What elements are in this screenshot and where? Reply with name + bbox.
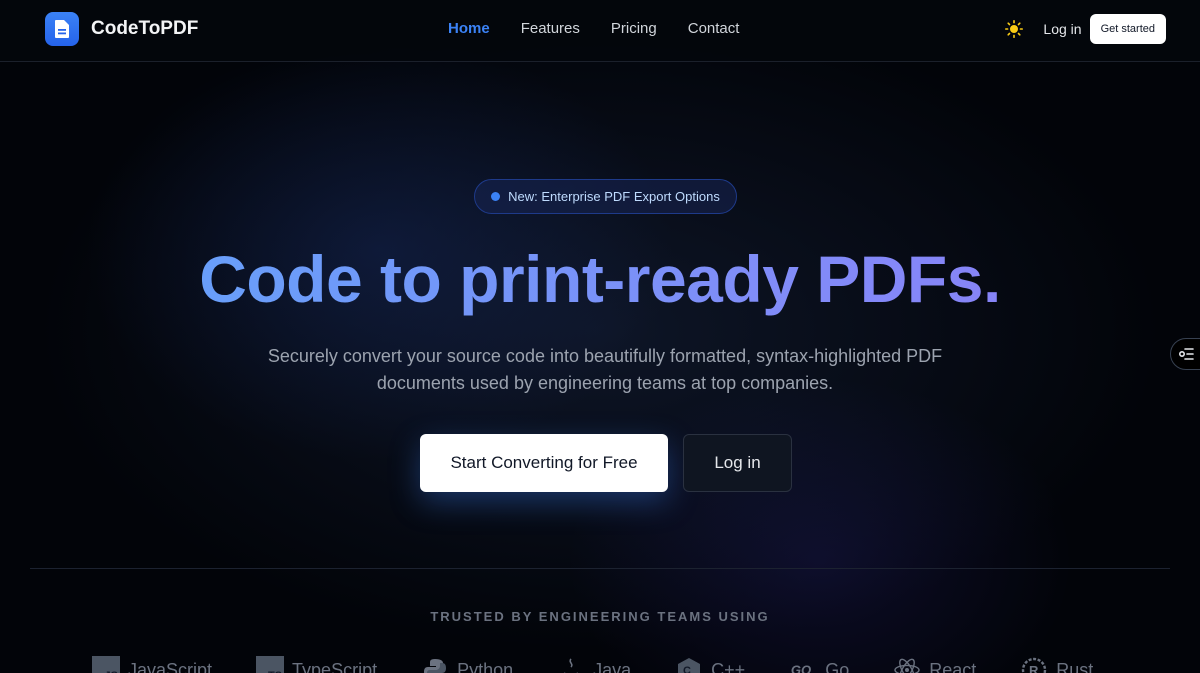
svg-text:GO: GO [791, 663, 811, 673]
javascript-icon: JS [92, 656, 120, 673]
python-icon [421, 656, 449, 673]
header-actions: Log in Get started [1003, 14, 1166, 44]
logo-react: React [893, 656, 976, 673]
hero-subtitle: Securely convert your source code into b… [267, 346, 943, 393]
document-icon [45, 12, 79, 46]
trusted-label: TRUSTED BY ENGINEERING TEAMS USING [430, 609, 770, 624]
rust-icon: R [1020, 656, 1048, 673]
settings-sliders-icon[interactable] [1170, 338, 1200, 370]
language-logos: JS JavaScript TS TypeScript Python [92, 656, 1137, 673]
section-divider [30, 568, 1170, 569]
brand-name: CodeToPDF [91, 18, 199, 39]
main-nav: Home Features Pricing Contact [448, 20, 739, 37]
logo-label: C++ [711, 659, 746, 673]
svg-text:R: R [1029, 663, 1039, 673]
nav-link-home[interactable]: Home [448, 20, 490, 37]
logo-typescript: TS TypeScript [256, 656, 377, 673]
top-navbar: CodeToPDF Home Features Pricing Contact [0, 0, 1200, 62]
typescript-icon: TS [256, 656, 285, 673]
badge-text: New: Enterprise PDF Export Options [508, 189, 720, 204]
go-icon: GO [789, 656, 817, 673]
brand[interactable]: CodeToPDF [45, 12, 198, 46]
nav-link-pricing[interactable]: Pricing [611, 20, 657, 37]
logo-label: TypeScript [292, 659, 378, 673]
logo-label: Rust [1056, 659, 1094, 673]
login-link[interactable]: Log in [1043, 21, 1081, 37]
logo-javascript: JS JavaScript [92, 656, 212, 673]
status-dot-icon [491, 192, 501, 201]
nav-link-contact[interactable]: Contact [688, 20, 740, 37]
announcement-badge[interactable]: New: Enterprise PDF Export Options [474, 179, 737, 214]
cpp-icon: C [675, 656, 703, 673]
logo-rust: R Rust [1020, 656, 1093, 673]
logo-label: Python [457, 659, 514, 673]
landing-page: CodeToPDF Home Features Pricing Contact [0, 0, 1200, 673]
logo-cpp: C C++ [675, 656, 745, 673]
logo-python: Python [421, 656, 513, 673]
logo-label: Java [593, 659, 632, 673]
react-icon [893, 656, 921, 673]
hero-title: Code to print-ready PDFs. [0, 240, 1200, 318]
java-icon [557, 656, 585, 673]
sun-icon[interactable] [1003, 18, 1025, 40]
logo-java: Java [557, 656, 631, 673]
start-converting-button[interactable]: Start Converting for Free [420, 434, 668, 492]
nav-link-features[interactable]: Features [521, 20, 580, 37]
get-started-button[interactable]: Get started [1089, 14, 1166, 44]
logo-label: JavaScript [128, 659, 213, 673]
hero-login-button[interactable]: Log in [683, 434, 792, 492]
logo-go: GO Go [789, 656, 849, 673]
logo-label: React [929, 659, 977, 673]
logo-label: Go [825, 659, 850, 673]
svg-text:C: C [683, 665, 691, 673]
